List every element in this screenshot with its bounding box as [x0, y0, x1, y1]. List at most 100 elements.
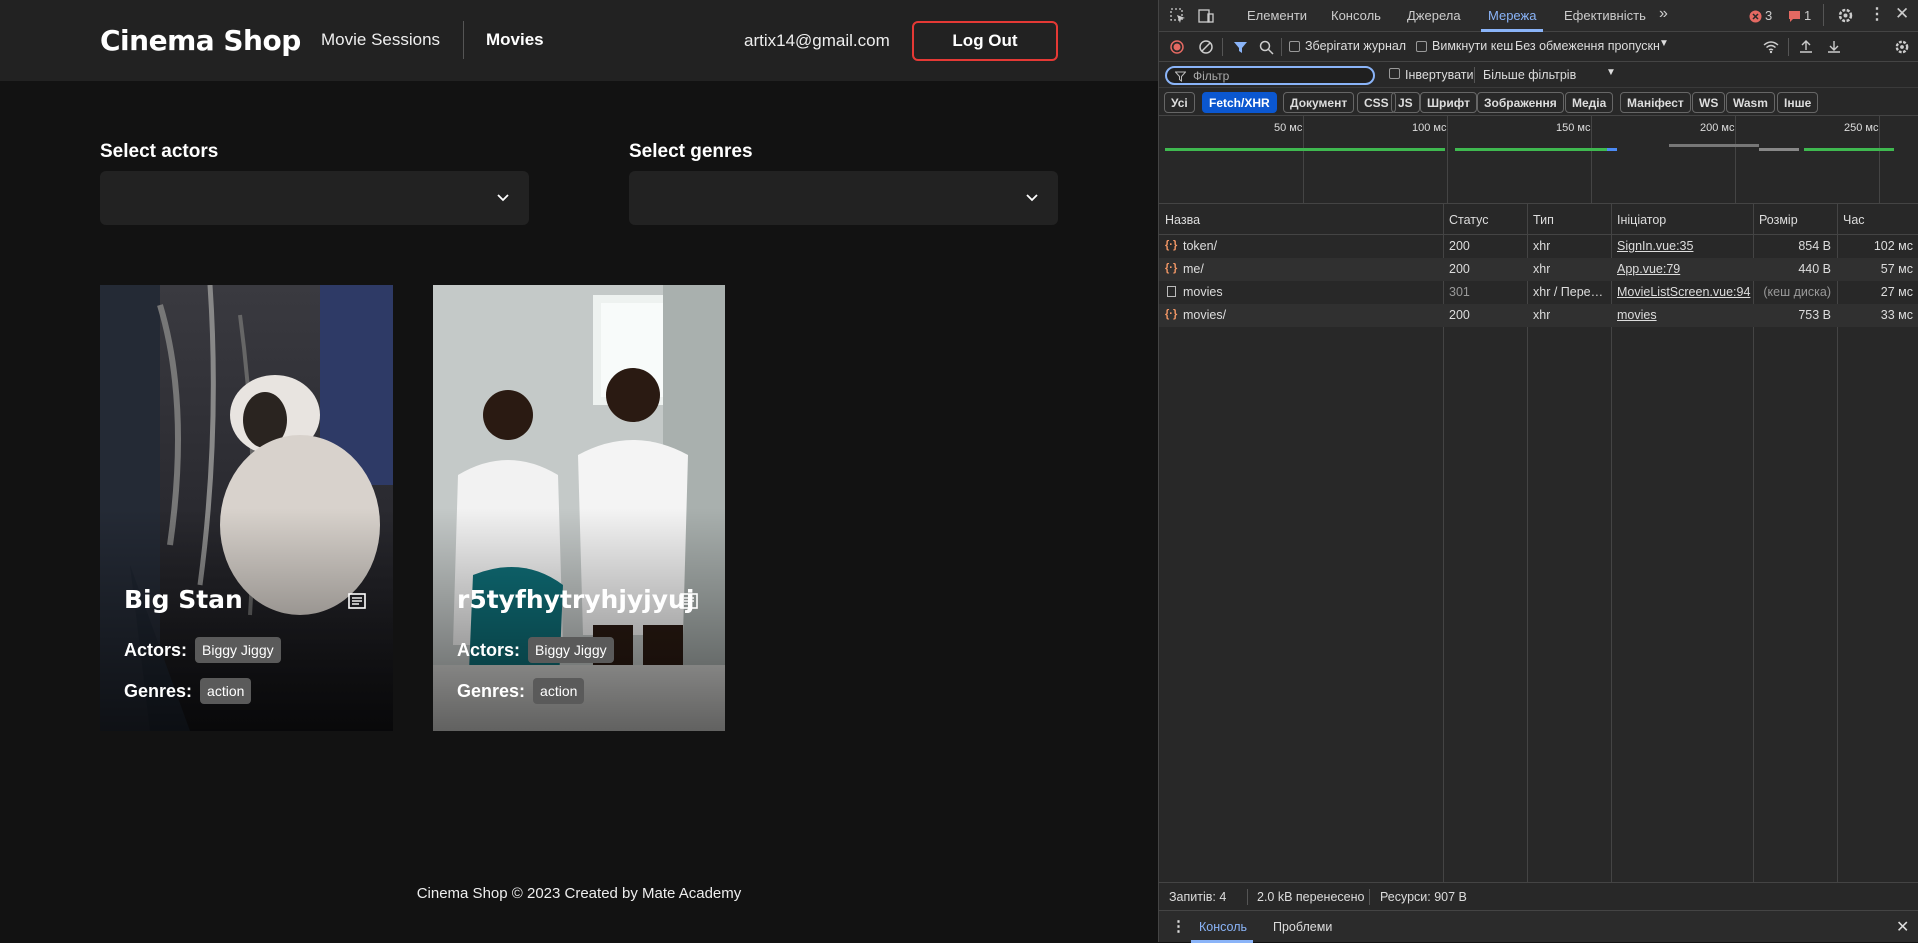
disable-cache-checkbox[interactable]	[1416, 41, 1427, 52]
tab-sources[interactable]: Джерела	[1407, 8, 1461, 23]
chip-other[interactable]: Інше	[1777, 92, 1819, 113]
description-icon[interactable]	[679, 591, 699, 611]
more-filters-button[interactable]: Більше фільтрів	[1483, 68, 1576, 82]
movie-card[interactable]: r5tyfhytryhjyjyuj Actors: Biggy Jiggy Ge…	[433, 285, 725, 731]
tab-performance[interactable]: Ефективність	[1564, 8, 1646, 23]
clear-icon[interactable]	[1199, 40, 1213, 54]
actors-label: Actors:	[124, 639, 188, 660]
movie-card[interactable]: Big Stan Actors: Biggy Jiggy Genres: act…	[100, 285, 393, 731]
chip-all[interactable]: Усі	[1164, 92, 1195, 113]
tab-elements[interactable]: Елементи	[1247, 8, 1307, 23]
close-icon[interactable]: ✕	[1896, 917, 1909, 937]
actors-select[interactable]	[100, 171, 529, 225]
error-count[interactable]: 3	[1765, 8, 1772, 23]
table-row[interactable]: {·} token/ 200 xhr SignIn.vue:35 854 B 1…	[1159, 235, 1918, 258]
xhr-icon: {·}	[1165, 239, 1178, 251]
timeline-gridline	[1303, 116, 1304, 204]
divider	[1474, 67, 1475, 83]
request-status: 200	[1449, 308, 1470, 322]
filter-funnel-icon[interactable]	[1233, 40, 1248, 55]
nav-movie-sessions[interactable]: Movie Sessions	[321, 30, 440, 50]
column-header-status[interactable]: Статус	[1449, 204, 1489, 234]
description-icon[interactable]	[347, 591, 367, 611]
column-header-initiator[interactable]: Ініціатор	[1617, 204, 1666, 234]
search-icon[interactable]	[1259, 40, 1274, 55]
genre-tag: action	[533, 678, 585, 704]
request-size: 854 B	[1798, 239, 1831, 253]
chip-wasm[interactable]: Wasm	[1726, 92, 1775, 113]
chip-media[interactable]: Медіа	[1565, 92, 1614, 113]
column-header-time[interactable]: Час	[1843, 204, 1865, 234]
request-status: 200	[1449, 262, 1470, 276]
xhr-icon: {·}	[1165, 262, 1178, 274]
chip-manifest[interactable]: Маніфест	[1620, 92, 1691, 113]
record-stop-icon[interactable]	[1170, 40, 1184, 54]
table-row[interactable]: movies 301 xhr / Пере… MovieListScreen.v…	[1159, 281, 1918, 304]
movie-actors-row: Actors: Biggy Jiggy	[124, 637, 281, 663]
cinema-app: Cinema Shop Movie Sessions Movies artix1…	[0, 0, 1158, 942]
movie-genres-row: Genres: action	[124, 678, 252, 704]
chip-document[interactable]: Документ	[1283, 92, 1355, 113]
preserve-log-checkbox[interactable]	[1289, 41, 1300, 52]
column-header-name[interactable]: Назва	[1165, 204, 1200, 234]
error-icon[interactable]	[1749, 10, 1762, 23]
chip-font[interactable]: Шрифт	[1420, 92, 1477, 113]
column-header-type[interactable]: Тип	[1533, 204, 1554, 234]
movie-title: Big Stan	[124, 585, 243, 614]
request-initiator[interactable]: SignIn.vue:35	[1617, 239, 1751, 253]
request-type: xhr	[1533, 308, 1551, 322]
network-requests-table: Назва Статус Тип Ініціатор Розмір Час {·…	[1159, 204, 1918, 882]
tab-network[interactable]: Мережа	[1488, 8, 1536, 23]
timeline-request-bar	[1759, 148, 1799, 151]
table-row[interactable]: {·} movies/ 200 xhr movies 753 B 33 мс	[1159, 304, 1918, 327]
movie-poster-image	[433, 285, 725, 731]
drawer-menu-icon[interactable]: ⋮	[1171, 917, 1186, 935]
chip-fetch-xhr[interactable]: Fetch/XHR	[1202, 92, 1277, 113]
tab-console[interactable]: Консоль	[1331, 8, 1381, 23]
throttling-select[interactable]: Без обмеження пропускн	[1515, 39, 1675, 53]
settings-gear-icon[interactable]	[1837, 7, 1854, 24]
kebab-menu-icon[interactable]: ⋮	[1869, 4, 1885, 24]
column-header-size[interactable]: Розмір	[1759, 204, 1798, 234]
table-row[interactable]: {·} me/ 200 xhr App.vue:79 440 B 57 мс	[1159, 258, 1918, 281]
genres-select[interactable]	[629, 171, 1058, 225]
device-toolbar-icon[interactable]	[1197, 7, 1215, 25]
drawer-tab-console[interactable]: Консоль	[1199, 920, 1247, 934]
chip-images[interactable]: Зображення	[1477, 92, 1564, 113]
import-har-icon[interactable]	[1799, 39, 1813, 54]
network-settings-icon[interactable]	[1894, 39, 1910, 55]
movie-genres-row: Genres: action	[457, 678, 585, 704]
logout-button[interactable]: Log Out	[912, 21, 1058, 61]
nav-movies[interactable]: Movies	[486, 30, 544, 50]
request-initiator[interactable]: movies	[1617, 308, 1751, 322]
request-name[interactable]: movies/	[1183, 308, 1438, 322]
timeline-tick-label: 150 мс	[1556, 122, 1591, 134]
actors-filter-label: Select actors	[100, 141, 219, 162]
export-har-icon[interactable]	[1827, 39, 1841, 54]
logo[interactable]: Cinema Shop	[100, 24, 301, 57]
chip-ws[interactable]: WS	[1692, 92, 1726, 113]
filter-input[interactable]: Фільтр	[1165, 66, 1375, 85]
chip-css[interactable]: CSS	[1357, 92, 1396, 113]
invert-checkbox[interactable]	[1389, 68, 1400, 79]
request-status: 200	[1449, 239, 1470, 253]
network-overview-timeline[interactable]: 50 мс 100 мс 150 мс 200 мс 250 мс	[1159, 116, 1918, 204]
chip-js[interactable]: JS	[1391, 92, 1420, 113]
request-name[interactable]: token/	[1183, 239, 1438, 253]
timeline-tick-label: 250 мс	[1844, 122, 1879, 134]
request-name[interactable]: movies	[1183, 285, 1438, 299]
close-icon[interactable]: ✕	[1895, 4, 1909, 24]
drawer-tab-issues[interactable]: Проблеми	[1273, 920, 1332, 934]
request-initiator[interactable]: MovieListScreen.vue:94	[1617, 285, 1751, 299]
timeline-tick-label: 100 мс	[1412, 122, 1447, 134]
request-name[interactable]: me/	[1183, 262, 1438, 276]
network-conditions-icon[interactable]	[1763, 40, 1779, 54]
inspect-element-icon[interactable]	[1169, 7, 1187, 25]
request-type: xhr / Пере…	[1533, 285, 1604, 299]
more-tabs-icon[interactable]: »	[1659, 5, 1668, 23]
request-initiator[interactable]: App.vue:79	[1617, 262, 1751, 276]
issue-count[interactable]: 1	[1804, 8, 1811, 23]
issues-icon[interactable]	[1788, 10, 1801, 23]
timeline-gridline	[1591, 116, 1592, 204]
request-time: 33 мс	[1880, 308, 1913, 322]
